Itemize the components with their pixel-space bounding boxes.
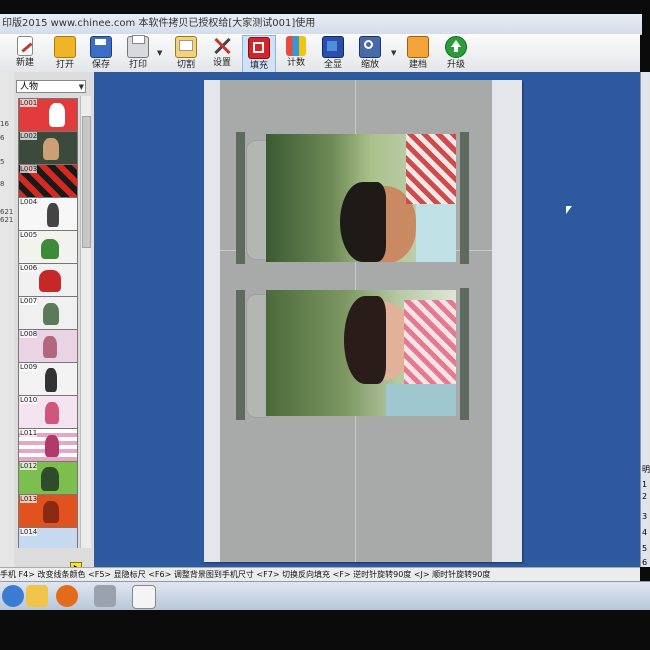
save-button[interactable]: 保存 [85, 35, 117, 71]
floppy-save-icon [90, 36, 112, 58]
new-document-icon [17, 36, 33, 56]
thumbnail-scrollbar[interactable] [80, 96, 91, 548]
device-manager-icon[interactable] [94, 585, 116, 607]
sheet-gray-area [220, 80, 492, 562]
chevron-down-icon: ▼ [78, 83, 84, 91]
left-side-panel: 16 6 5 8 621 621 [0, 72, 15, 567]
thumbnail-item[interactable]: L009 [18, 362, 78, 396]
thumbnail-item[interactable]: L014 [18, 527, 78, 548]
thumbnail-item[interactable]: L010 [18, 395, 78, 429]
thumbnail-item[interactable]: L012 [18, 461, 78, 495]
thumbnail-nav: ▶⇄ [70, 554, 94, 592]
zoom-dropdown-icon[interactable]: ▼ [391, 49, 396, 57]
thumbnail-item[interactable]: L004 [18, 197, 78, 231]
skin-side-strip [236, 290, 245, 420]
skin-photo-man [266, 134, 456, 262]
print-sheet [204, 80, 522, 562]
status-bar: 手机 F4> 改变线条颜色 <F5> 显隐标尺 <F6> 调整背景图到手机尺寸 … [0, 567, 640, 582]
screen: 印版2015 www.chinee.com 本软件拷贝已授权给[大家测试001]… [0, 0, 650, 650]
fit-screen-icon [322, 36, 344, 58]
thumbnail-item[interactable]: L011 [18, 428, 78, 462]
window-title: 印版2015 www.chinee.com 本软件拷贝已授权给[大家测试001]… [0, 14, 642, 35]
thumbnail-item[interactable]: L007 [18, 296, 78, 330]
fill-icon [248, 37, 270, 59]
thumbnail-item[interactable]: L013 [18, 494, 78, 528]
upgrade-arrow-icon [445, 36, 467, 58]
skin-edge [246, 140, 268, 260]
taskbar [0, 581, 650, 610]
media-player-icon[interactable] [56, 585, 78, 607]
thumbnail-panel: 人物 ▼ L001 L002 L003 L004 L005 L006 L007 … [14, 72, 95, 592]
archive-button[interactable]: 建档 [402, 35, 434, 71]
counter-icon [286, 36, 306, 56]
cutter-icon [175, 36, 197, 58]
fit-all-button[interactable]: 全显 [317, 35, 349, 71]
skin-side-strip [460, 288, 469, 420]
right-info-panel: 明 1 2 3 4 5 6 [640, 72, 650, 567]
app-taskbar-icon[interactable] [132, 585, 156, 609]
skin-side-strip [236, 132, 245, 264]
thumbnail-item[interactable]: L001 [18, 98, 78, 132]
thumbnail-item[interactable]: L003 [18, 164, 78, 198]
skin-side-strip [460, 132, 469, 264]
canvas-workspace[interactable] [94, 72, 640, 567]
new-button[interactable]: 新建 [9, 35, 41, 71]
cut-button[interactable]: 切割 [170, 35, 202, 71]
upgrade-button[interactable]: 升级 [440, 35, 472, 71]
count-button[interactable]: 计数 [280, 35, 312, 71]
skin-photo-woman [266, 290, 456, 416]
thumbnail-item[interactable]: L002 [18, 131, 78, 165]
open-button[interactable]: 打开 [49, 35, 81, 71]
print-button[interactable]: 打印 [122, 35, 154, 71]
printer-icon [127, 35, 149, 58]
thumbnail-list: L001 L002 L003 L004 L005 L006 L007 L008 … [18, 96, 80, 548]
category-value: 人物 [20, 82, 39, 92]
scrollbar-thumb[interactable] [82, 116, 91, 248]
archive-folder-icon [407, 36, 429, 58]
skin-edge [246, 294, 268, 418]
category-select[interactable]: 人物 ▼ [16, 80, 86, 93]
zoom-icon [359, 36, 381, 58]
settings-button[interactable]: 设置 [206, 35, 238, 71]
mouse-cursor [566, 206, 572, 214]
start-button-icon[interactable] [2, 585, 24, 607]
file-explorer-icon[interactable] [26, 585, 48, 607]
zoom-button[interactable]: 缩放 [354, 35, 386, 71]
tools-icon [212, 36, 232, 56]
thumbnail-item[interactable]: L006 [18, 263, 78, 297]
thumbnail-item[interactable]: L005 [18, 230, 78, 264]
thumbnail-item[interactable]: L008 [18, 329, 78, 363]
main-toolbar: 新建 打开 保存 打印 ▼ 切割 设置 填充 计数 全显 缩放 ▼ 建档 升级 [0, 34, 640, 73]
print-dropdown-icon[interactable]: ▼ [157, 49, 162, 57]
folder-open-icon [54, 36, 76, 58]
fill-button[interactable]: 填充 [242, 35, 276, 73]
